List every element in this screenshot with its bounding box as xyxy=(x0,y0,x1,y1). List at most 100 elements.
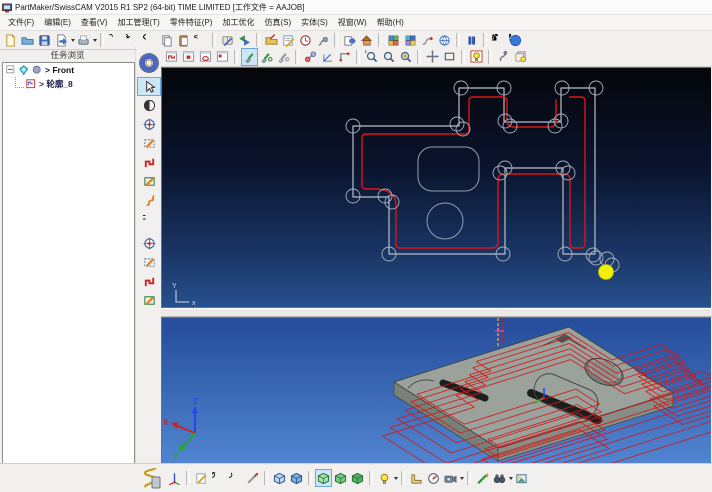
menu-item-solids[interactable]: 实体(S) xyxy=(296,16,333,29)
cut-icon: ✕ xyxy=(143,34,156,47)
iso-view-3-button[interactable] xyxy=(349,469,366,487)
folder-import-icon xyxy=(265,34,278,47)
iso-view-drawing: ZXY xyxy=(162,318,711,466)
origin-marker-dot xyxy=(542,397,545,400)
contour-group-button[interactable] xyxy=(137,153,161,172)
iso-view-2-button[interactable] xyxy=(332,469,349,487)
thread-display-button[interactable] xyxy=(138,466,163,491)
binoculars-icon xyxy=(493,472,506,485)
pocket-group-button[interactable] xyxy=(137,172,161,191)
tree-item-contour-8[interactable]: > 轮廓_8 xyxy=(3,77,134,91)
axis-y-label: Y xyxy=(172,283,177,290)
toggle-lamp-button[interactable] xyxy=(468,48,485,66)
svg-text:✂: ✂ xyxy=(194,34,199,44)
zoom-window-button[interactable] xyxy=(441,48,458,66)
single-contour-button[interactable] xyxy=(137,272,161,291)
zoom-fit-button[interactable] xyxy=(380,48,397,66)
coil-icon xyxy=(140,468,162,490)
single-drill-group-button[interactable] xyxy=(137,253,161,272)
dropdown-caret-icon[interactable] xyxy=(394,477,398,480)
mark-path-button[interactable] xyxy=(474,469,491,487)
drill-point-button[interactable] xyxy=(137,115,161,134)
rotate2-icon: ↻ xyxy=(229,472,242,485)
menu-item-view[interactable]: 查看(V) xyxy=(76,16,113,29)
inspect-button[interactable] xyxy=(491,469,508,487)
copy-icon xyxy=(160,34,173,47)
toolbar-separator xyxy=(356,50,360,64)
link-features-button[interactable] xyxy=(302,48,319,66)
wireframe-view-button[interactable] xyxy=(271,469,288,487)
record-video-button[interactable] xyxy=(442,469,459,487)
dropdown-caret-icon[interactable] xyxy=(93,39,97,42)
steady-rest-button[interactable] xyxy=(137,96,161,115)
engrave-feature-button[interactable]: E xyxy=(137,210,161,229)
zoom-previous-button[interactable]: ✕ xyxy=(363,48,380,66)
iso-view-canvas[interactable]: ZXY xyxy=(161,317,711,467)
light-button[interactable] xyxy=(376,469,393,487)
part-outline xyxy=(353,88,595,254)
pan-button[interactable] xyxy=(424,48,441,66)
rotate1-icon: ↺ xyxy=(212,472,225,485)
suppress-toolpath-button[interactable] xyxy=(275,48,292,66)
probe-button[interactable] xyxy=(495,48,512,66)
menu-item-window[interactable]: 视窗(W) xyxy=(333,16,372,29)
zoom-in-button[interactable] xyxy=(397,48,414,66)
menu-item-part-features[interactable]: 零件特征(P) xyxy=(165,16,218,29)
hole-outline xyxy=(427,203,463,239)
task-panel-title: 任务浏览 xyxy=(0,47,135,63)
toolbar-separator xyxy=(308,471,312,485)
menu-item-help[interactable]: 帮助(H) xyxy=(372,16,409,29)
toolbar-separator xyxy=(488,50,492,64)
menu-item-edit[interactable]: 编辑(E) xyxy=(39,16,76,29)
toolbar-separator xyxy=(378,33,382,47)
rotate-left-button[interactable]: ↺ xyxy=(210,469,227,487)
snapshot-button[interactable] xyxy=(513,469,530,487)
new-window-blank-button[interactable] xyxy=(214,48,231,66)
new-window-turn-button[interactable] xyxy=(197,48,214,66)
isobox-icon xyxy=(317,472,330,485)
top-view-canvas[interactable]: Yx xyxy=(161,67,711,308)
single-pocket-button[interactable] xyxy=(137,291,161,310)
menu-item-process-optimize[interactable]: 加工优化 xyxy=(217,16,259,29)
menu-item-machining-manager[interactable]: 加工管理(T) xyxy=(113,16,165,29)
tree-item-front[interactable]: > Front xyxy=(3,63,134,77)
viewport-area: ✕ Yx ZXY xyxy=(161,47,712,463)
thread-feature-button[interactable] xyxy=(137,191,161,210)
show-toolpath-button[interactable] xyxy=(241,48,258,66)
select-cursor-button[interactable] xyxy=(137,77,161,96)
menu-bar: 文件(F)编辑(E)查看(V)加工管理(T)零件特征(P)加工优化仿真(S)实体… xyxy=(0,15,712,31)
sketch-edit-button[interactable] xyxy=(193,469,210,487)
show-docs-button[interactable] xyxy=(512,48,529,66)
view-splitter[interactable] xyxy=(161,308,712,317)
coordinate-system-button[interactable] xyxy=(166,469,183,487)
menu-item-file[interactable]: 文件(F) xyxy=(3,16,39,29)
toolbar-separator xyxy=(295,50,299,64)
new-window-profile-button[interactable] xyxy=(180,48,197,66)
simulation-toolbar: ↺↻ xyxy=(0,463,712,492)
new-window-face-button[interactable] xyxy=(163,48,180,66)
task-browser-panel: 任务浏览 > Front> 轮廓_8 xyxy=(0,47,135,463)
rotate-right-button[interactable]: ↻ xyxy=(227,469,244,487)
measure-button[interactable] xyxy=(408,469,425,487)
task-tree[interactable]: > Front> 轮廓_8 xyxy=(2,62,135,482)
angle-measure-button[interactable] xyxy=(319,48,336,66)
render-mode-button[interactable] xyxy=(244,469,261,487)
menu-item-simulation[interactable]: 仿真(S) xyxy=(259,16,296,29)
verify-toolpath-button[interactable] xyxy=(258,48,275,66)
gauge-icon xyxy=(427,472,440,485)
angle-icon xyxy=(321,50,334,63)
tool-display-button[interactable] xyxy=(137,49,161,77)
drill-group-button[interactable] xyxy=(137,134,161,153)
ruler-icon xyxy=(410,472,423,485)
single-drill-button[interactable] xyxy=(137,234,161,253)
pocket-icon xyxy=(143,175,156,188)
app-icon xyxy=(2,3,12,13)
triad-x-arrow xyxy=(171,422,178,429)
cable-icon xyxy=(421,34,434,47)
pause-icon xyxy=(465,34,478,47)
simulation-speed-button[interactable] xyxy=(425,469,442,487)
shaded-view-button[interactable] xyxy=(288,469,305,487)
iso-view-1-button[interactable] xyxy=(315,469,332,487)
dropdown-caret-icon[interactable] xyxy=(460,477,464,480)
path-points-button[interactable] xyxy=(336,48,353,66)
